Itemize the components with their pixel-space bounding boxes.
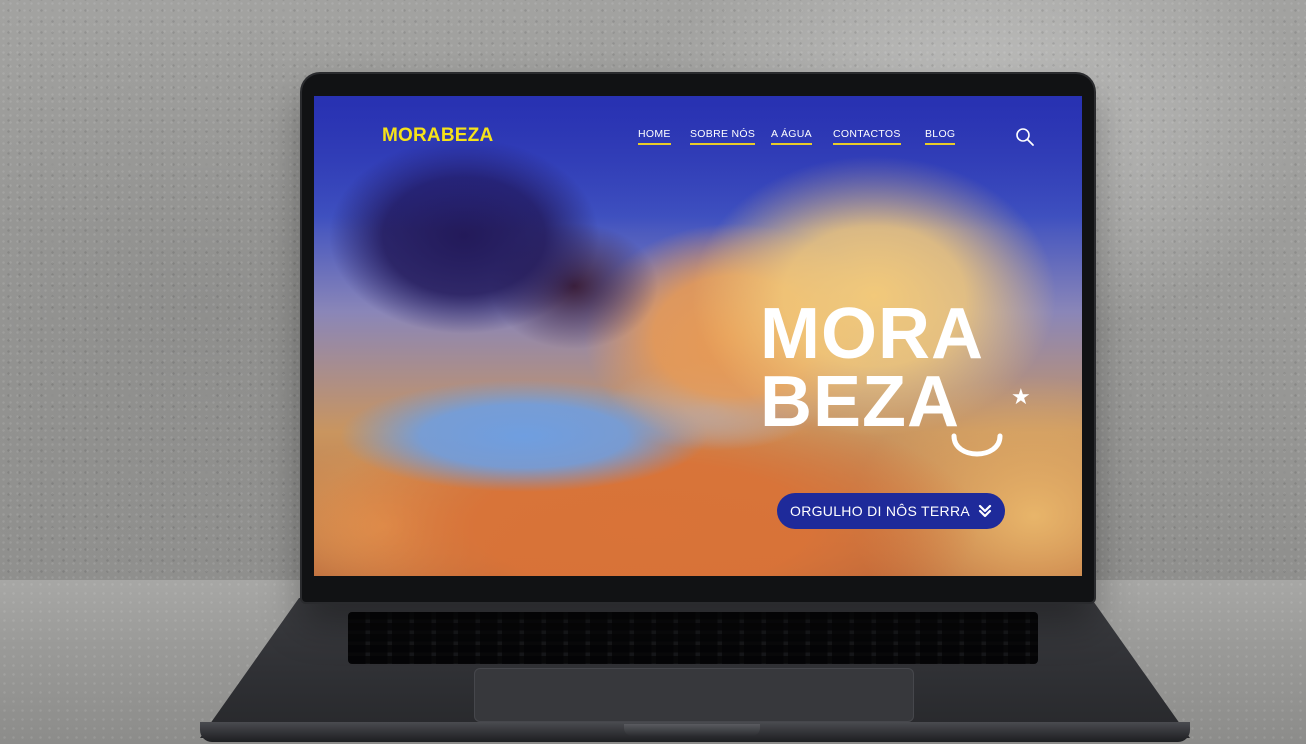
cta-orgulho-button[interactable]: ORGULHO DI NÔS TERRA [777, 493, 1005, 529]
laptop-trackpad [474, 668, 914, 722]
cta-label: ORGULHO DI NÔS TERRA [790, 503, 970, 519]
double-chevron-down-icon [978, 504, 992, 518]
nav-blog[interactable]: BLOG [925, 128, 956, 145]
site-logo[interactable]: MORABEZA [382, 125, 493, 147]
smile-mark-icon [948, 430, 1006, 474]
hero-title: MORA BEZA [760, 294, 1060, 438]
laptop-notch [624, 724, 760, 736]
laptop-keyboard [348, 612, 1038, 664]
nav-sobre-nos[interactable]: SOBRE NÓS [690, 128, 756, 145]
search-icon[interactable] [1014, 126, 1036, 148]
nav-home[interactable]: HOME [638, 128, 671, 145]
star-icon: ★ [1011, 384, 1031, 409]
hero-title-line1: MORA [760, 294, 984, 374]
nav-contactos[interactable]: CONTACTOS [833, 128, 901, 145]
nav-a-agua[interactable]: A ÁGUA [771, 128, 812, 145]
laptop-screen: MORABEZA HOME SOBRE NÓS A ÁGUA CONTACTOS… [314, 96, 1082, 576]
site-header: MORABEZA HOME SOBRE NÓS A ÁGUA CONTACTOS… [314, 96, 1082, 166]
